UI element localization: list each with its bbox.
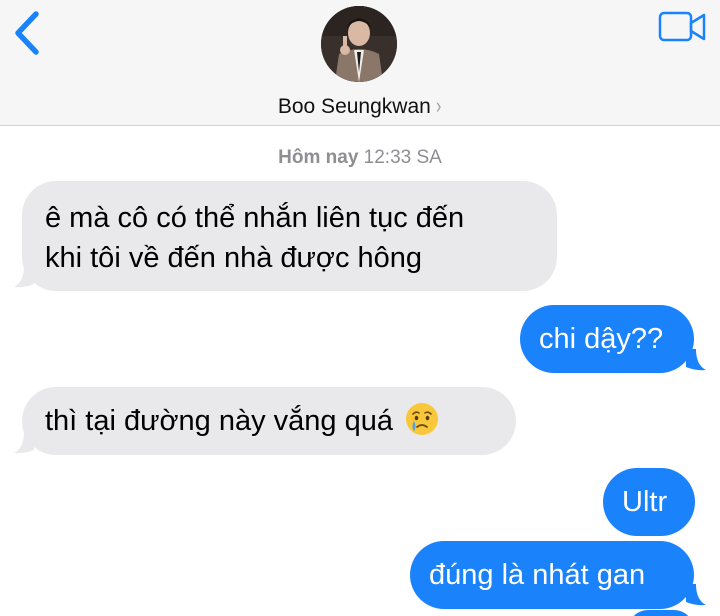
message-line: khi tôi về đến nhà được hông xyxy=(45,242,423,274)
conversation-header: Boo Seungkwan › xyxy=(0,0,720,126)
avatar-photo xyxy=(321,6,397,82)
message-bubble-incoming[interactable]: thì tại đường này vắng quá xyxy=(22,387,516,455)
timestamp-time: 12:33 SA xyxy=(363,147,442,168)
video-call-button[interactable] xyxy=(658,10,708,44)
back-button[interactable] xyxy=(10,8,50,58)
timestamp-day: Hôm nay xyxy=(278,147,359,168)
video-camera-icon xyxy=(658,11,706,42)
contact-avatar[interactable] xyxy=(321,6,397,82)
messages-screen: Boo Seungkwan › Hôm nay 12:33 SA ê mà cô … xyxy=(0,0,720,616)
message-bubble-outgoing[interactable]: chi dậy?? xyxy=(520,305,694,373)
message-bubble-outgoing[interactable]: Ultr xyxy=(603,468,695,536)
message-bubble-outgoing-partial[interactable] xyxy=(628,610,694,616)
chevron-left-icon xyxy=(15,11,39,55)
chevron-right-icon: › xyxy=(435,93,442,118)
crying-face-emoji-icon xyxy=(406,403,439,435)
message-text: thì tại đường này vắng quá xyxy=(45,405,393,437)
message-text: Ultr xyxy=(622,486,668,518)
contact-name-button[interactable]: Boo Seungkwan › xyxy=(0,93,720,120)
message-timestamp: Hôm nay 12:33 SA xyxy=(0,146,720,170)
message-bubble-incoming[interactable]: ê mà cô có thể nhắn liên tục đến khi tôi… xyxy=(22,181,557,291)
message-text: đúng là nhát gan xyxy=(429,559,646,591)
message-text: chi dậy?? xyxy=(539,323,664,355)
contact-name: Boo Seungkwan xyxy=(277,95,431,118)
message-line: ê mà cô có thể nhắn liên tục đến xyxy=(45,202,465,234)
message-bubble-outgoing[interactable]: đúng là nhát gan xyxy=(410,541,694,609)
